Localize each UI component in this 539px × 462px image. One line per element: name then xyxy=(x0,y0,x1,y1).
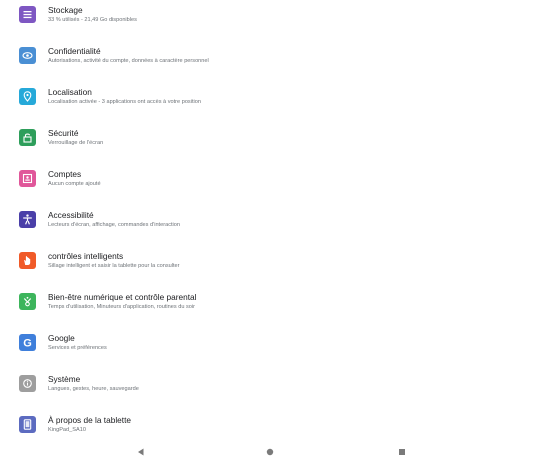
settings-item-title: Stockage xyxy=(48,5,83,15)
settings-item-title: Confidentialité xyxy=(48,46,101,56)
back-triangle-icon[interactable] xyxy=(136,447,146,457)
settings-item-title: Accessibilité xyxy=(48,210,94,220)
settings-item-system[interactable]: Système Langues, gestes, heure, sauvegar… xyxy=(0,369,539,407)
wellbeing-icon xyxy=(19,293,36,310)
navigation-bar xyxy=(0,442,539,462)
settings-item-accessibility[interactable]: Accessibilité Lecteurs d'écran, affichag… xyxy=(0,205,539,243)
settings-item-subtitle: Langues, gestes, heure, sauvegarde xyxy=(48,386,139,392)
svg-text:G: G xyxy=(23,338,32,350)
hand-icon xyxy=(19,252,36,269)
settings-item-title: Système xyxy=(48,374,81,384)
settings-item-subtitle: 33 % utilisés - 21,49 Go disponibles xyxy=(48,17,137,23)
privacy-eye-icon xyxy=(19,47,36,64)
settings-item-subtitle: Aucun compte ajouté xyxy=(48,181,101,187)
settings-item-title: Google xyxy=(48,333,75,343)
accessibility-icon xyxy=(19,211,36,228)
settings-item-title: Bien-être numérique et contrôle parental xyxy=(48,292,197,302)
settings-item-location[interactable]: Localisation Localisation activée - 3 ap… xyxy=(0,82,539,120)
lock-icon xyxy=(19,129,36,146)
settings-item-security[interactable]: Sécurité Verrouillage de l'écran xyxy=(0,123,539,161)
settings-item-wellbeing[interactable]: Bien-être numérique et contrôle parental… xyxy=(0,287,539,325)
settings-item-subtitle: KingPad_SA10 xyxy=(48,427,86,433)
settings-item-title: Localisation xyxy=(48,87,92,97)
settings-item-title: À propos de la tablette xyxy=(48,415,132,425)
settings-item-privacy[interactable]: Confidentialité Autorisations, activité … xyxy=(0,41,539,79)
settings-item-title: Comptes xyxy=(48,169,82,179)
settings-item-subtitle: Localisation activée - 3 applications on… xyxy=(48,99,201,105)
account-icon xyxy=(19,170,36,187)
settings-item-subtitle: Lecteurs d'écran, affichage, commandes d… xyxy=(48,222,181,228)
settings-item-subtitle: Services et préférences xyxy=(48,345,107,351)
settings-item-subtitle: Verrouillage de l'écran xyxy=(48,140,104,146)
tablet-icon xyxy=(19,416,36,433)
home-circle-icon[interactable] xyxy=(265,447,275,457)
settings-item-smart-controls[interactable]: contrôles intelligents Sillage intellige… xyxy=(0,246,539,284)
settings-item-subtitle: Autorisations, activité du compte, donné… xyxy=(48,58,209,64)
settings-item-subtitle: Temps d'utilisation, Minuteurs d'applica… xyxy=(48,304,196,310)
settings-item-storage[interactable]: Stockage 33 % utilisés - 21,49 Go dispon… xyxy=(0,0,539,38)
settings-item-accounts[interactable]: Comptes Aucun compte ajouté xyxy=(0,164,539,202)
settings-item-title: contrôles intelligents xyxy=(48,251,124,261)
location-pin-icon xyxy=(19,88,36,105)
settings-item-title: Sécurité xyxy=(48,128,79,138)
settings-item-subtitle: Sillage intelligent et saisir la tablett… xyxy=(48,263,180,269)
info-icon xyxy=(19,375,36,392)
storage-icon xyxy=(19,6,36,23)
recents-square-icon[interactable] xyxy=(397,447,407,457)
settings-item-google[interactable]: G Google Services et préférences xyxy=(0,328,539,366)
google-icon: G xyxy=(19,334,36,351)
